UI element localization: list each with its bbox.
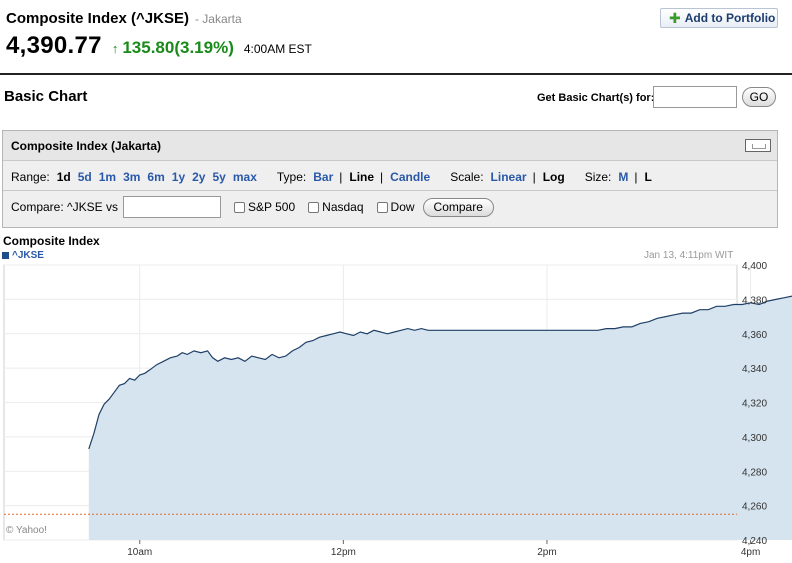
get-basic-chart-label: Get Basic Chart(s) for: [537, 92, 655, 104]
type-bar[interactable]: Bar [313, 170, 333, 184]
dow-checkbox[interactable] [376, 201, 388, 213]
sp500-checkbox[interactable] [234, 201, 245, 213]
copyright: © Yahoo! [6, 525, 47, 536]
range-6m[interactable]: 6m [147, 170, 164, 184]
y-tick-label: 4,240 [742, 536, 767, 547]
compare-label: Compare: ^JKSE vs [11, 200, 118, 214]
add-to-portfolio-label: Add to Portfolio [684, 11, 776, 25]
range-2y[interactable]: 2y [192, 170, 205, 184]
range-1m[interactable]: 1m [99, 170, 116, 184]
range-5y[interactable]: 5y [212, 170, 225, 184]
scale-linear[interactable]: Linear [491, 170, 527, 184]
type-label: Type: [276, 170, 307, 184]
intraday-chart: 4,400 4,380 4,360 4,340 4,320 4,300 4,280 4,260… [3, 262, 792, 558]
separator: | [339, 170, 343, 184]
plus-icon: ✚ [669, 10, 681, 26]
range-5d[interactable]: 5d [78, 170, 92, 184]
y-tick-label: 4,380 [742, 295, 767, 306]
range-max[interactable]: max [233, 170, 257, 184]
type-candle[interactable]: Candle [390, 170, 430, 184]
basic-chart-heading: Basic Chart [4, 88, 88, 105]
legend-label: ^JKSE [12, 250, 44, 261]
y-tick-label: 4,360 [742, 330, 767, 341]
size-m[interactable]: M [618, 170, 628, 184]
separator: | [380, 170, 384, 184]
compare-symbol-input[interactable] [123, 196, 221, 218]
compare-button[interactable]: Compare [422, 197, 494, 217]
type-line[interactable]: Line [349, 170, 374, 184]
up-arrow-icon: ↑ [111, 41, 119, 56]
y-tick-label: 4,400 [742, 262, 767, 272]
price-change: 135.80(3.19%) [122, 38, 234, 57]
compare-row: Compare: ^JKSE vs S&P 500 Nasdaq Dow Com… [11, 196, 494, 218]
header-divider [0, 73, 792, 75]
collapse-panel-icon[interactable] [745, 139, 771, 152]
x-axis: 10am 12pm 2pm 4pm [127, 540, 760, 558]
quote-time: 4:00AM EST [243, 42, 312, 56]
x-tick-label: 12pm [331, 547, 356, 558]
nasdaq-label: Nasdaq [322, 200, 364, 214]
x-tick-label: 10am [127, 547, 152, 558]
x-tick-label: 2pm [537, 547, 556, 558]
quote-title: Composite Index (^JKSE) [6, 10, 189, 27]
scale-label: Scale: [450, 170, 484, 184]
add-to-portfolio-button[interactable]: ✚ Add to Portfolio [660, 8, 778, 28]
nasdaq-checkbox[interactable] [308, 201, 320, 213]
legend-swatch [2, 252, 9, 259]
go-button[interactable]: GO [742, 87, 776, 107]
size-l[interactable]: L [645, 170, 652, 184]
quote-title-row: Composite Index (^JKSE) - Jakarta [6, 10, 242, 27]
y-axis: 4,400 4,380 4,360 4,340 4,320 4,300 4,280 4,260… [742, 262, 767, 547]
quote-exchange: - Jakarta [194, 12, 242, 26]
sp500-label: S&P 500 [248, 200, 296, 214]
row-divider [3, 190, 777, 191]
range-1y[interactable]: 1y [172, 170, 185, 184]
y-tick-label: 4,320 [742, 399, 767, 410]
last-price: 4,390.77 [6, 32, 102, 59]
separator: | [634, 170, 638, 184]
x-tick-label: 4pm [741, 547, 760, 558]
y-tick-label: 4,280 [742, 467, 767, 478]
chart-options-panel: Composite Index (Jakarta) Range: 1d 5d 1… [2, 130, 778, 228]
range-3m[interactable]: 3m [123, 170, 140, 184]
dow-label: Dow [390, 200, 415, 214]
range-1d[interactable]: 1d [57, 170, 71, 184]
panel-header: Composite Index (Jakarta) [3, 131, 777, 161]
range-label: Range: [11, 170, 50, 184]
y-tick-label: 4,340 [742, 364, 767, 375]
chart-title: Composite Index [3, 234, 100, 248]
scale-log[interactable]: Log [543, 170, 565, 184]
y-tick-label: 4,300 [742, 433, 767, 444]
y-tick-label: 4,260 [742, 502, 767, 513]
symbol-input[interactable] [653, 86, 737, 108]
chart-legend: ^JKSE [2, 250, 44, 261]
chart-timestamp: Jan 13, 4:11pm WIT [644, 250, 734, 261]
separator: | [532, 170, 536, 184]
price-row: 4,390.77 ↑ 135.80(3.19%) 4:00AM EST [6, 32, 312, 60]
panel-title: Composite Index (Jakarta) [11, 139, 162, 153]
chart-options-row: Range: 1d 5d 1m 3m 6m 1y 2y 5y max Type:… [11, 169, 652, 185]
size-label: Size: [584, 170, 612, 184]
